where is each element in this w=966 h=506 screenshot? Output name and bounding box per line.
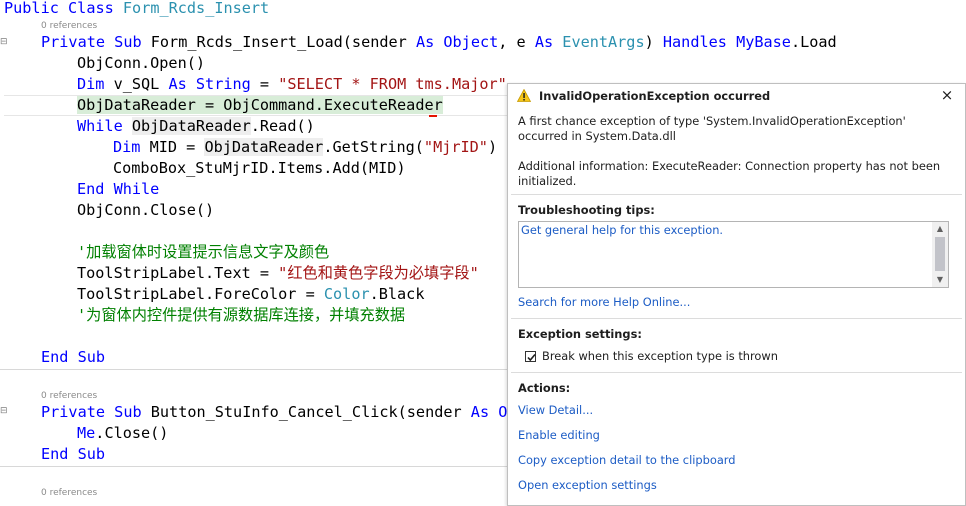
popup-title-bar: InvalidOperationException occurred × (508, 84, 965, 108)
references-codelens[interactable]: 0 references (41, 487, 97, 499)
exception-settings-heading: Exception settings: (518, 327, 642, 341)
warning-icon (517, 89, 531, 102)
scroll-up-icon[interactable]: ▲ (932, 222, 948, 236)
code-line-load-sub: Private Sub Form_Rcds_Insert_Load(sender… (41, 33, 837, 51)
close-icon[interactable]: × (938, 85, 956, 105)
references-codelens[interactable]: 0 references (41, 20, 97, 32)
copy-exception-detail-link[interactable]: Copy exception detail to the clipboard (518, 453, 736, 467)
popup-title: InvalidOperationException occurred (539, 89, 771, 103)
search-help-online-link[interactable]: Search for more Help Online... (518, 295, 690, 309)
actions-heading: Actions: (518, 381, 571, 395)
error-squiggle (429, 112, 437, 117)
code-line: ComboBox_StuMjrID.Items.Add(MID) (113, 159, 406, 177)
code-line: End Sub (41, 348, 106, 366)
code-line: ObjConn.Open() (77, 54, 206, 72)
code-line: Dim v_SQL As String = "SELECT * FROM tms… (77, 75, 507, 93)
scrollbar-thumb[interactable] (935, 237, 945, 271)
code-line-exception: ObjDataReader = ObjCommand.ExecuteReader (77, 96, 443, 114)
code-line-class-decl: Public Class Form_Rcds_Insert (4, 0, 270, 17)
checkmark-icon (527, 353, 536, 362)
code-line-cancel-sub: Private Sub Button_StuInfo_Cancel_Click(… (41, 403, 517, 421)
break-when-thrown-label[interactable]: Break when this exception type is thrown (542, 349, 966, 364)
code-line: Me.Close() (77, 424, 169, 442)
code-line: End While (77, 180, 160, 198)
code-line: ToolStripLabel.Text = "红色和黄色字段为必填字段" (77, 264, 479, 282)
break-when-thrown-checkbox[interactable] (525, 351, 536, 362)
code-line: While ObjDataReader.Read() (77, 117, 315, 135)
exception-message: A first chance exception of type 'System… (518, 114, 906, 143)
code-comment: '加载窗体时设置提示信息文字及颜色 (77, 243, 330, 261)
divider (511, 318, 962, 319)
scroll-down-icon[interactable]: ▼ (932, 273, 948, 287)
outline-collapse-icon[interactable]: ⊟ (0, 406, 8, 416)
code-line: ObjConn.Close() (77, 201, 215, 219)
tips-scrollbar[interactable]: ▲ ▼ (932, 222, 948, 287)
general-help-link[interactable]: Get general help for this exception. (521, 223, 723, 237)
code-line: End Sub (41, 445, 106, 463)
open-exception-settings-link[interactable]: Open exception settings (518, 478, 657, 492)
additional-information: Additional information: ExecuteReader: C… (518, 159, 941, 188)
divider (511, 194, 962, 195)
outline-collapse-icon[interactable]: ⊟ (0, 37, 8, 47)
troubleshooting-heading: Troubleshooting tips: (518, 203, 655, 217)
code-line: ToolStripLabel.ForeColor = Color.Black (77, 285, 425, 303)
divider (511, 372, 962, 373)
troubleshooting-tips-box: Get general help for this exception. ▲ ▼ (518, 221, 949, 288)
view-detail-link[interactable]: View Detail... (518, 403, 593, 417)
code-line: Dim MID = ObjDataReader.GetString("MjrID… (113, 138, 498, 156)
exception-helper-popup: InvalidOperationException occurred × A f… (507, 83, 966, 506)
code-comment: '为窗体内控件提供有源数据库连接，并填充数据 (77, 306, 406, 324)
references-codelens[interactable]: 0 references (41, 390, 97, 402)
enable-editing-link[interactable]: Enable editing (518, 428, 600, 442)
